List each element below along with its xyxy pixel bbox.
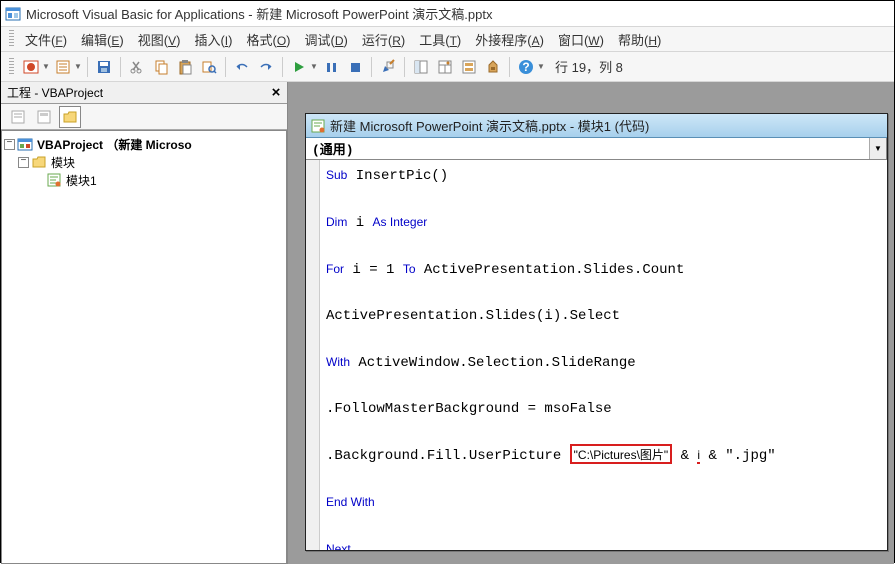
dropdown-icon[interactable]: ▼: [537, 62, 545, 71]
menu-grip[interactable]: [9, 30, 14, 48]
code-margin[interactable]: [306, 160, 320, 550]
code-editor[interactable]: Sub InsertPic() Dim i As Integer For i =…: [320, 160, 887, 550]
close-icon[interactable]: ×: [267, 84, 285, 102]
module-icon: [310, 118, 326, 134]
app-icon: [5, 6, 21, 22]
project-explorer-panel: 工程 - VBAProject × − VBAProject （新建 Micro…: [1, 82, 288, 564]
object-dropdown-value: (通用): [306, 139, 354, 158]
view-object-icon[interactable]: [33, 106, 55, 128]
menu-view[interactable]: 视图(V): [131, 27, 188, 52]
project-icon: [17, 136, 33, 152]
view-powerpoint-icon[interactable]: [20, 56, 42, 78]
find-icon[interactable]: [198, 56, 220, 78]
menu-addins[interactable]: 外接程序(A): [468, 27, 551, 52]
run-icon[interactable]: [288, 56, 310, 78]
collapse-icon[interactable]: −: [4, 139, 15, 150]
dropdown-icon[interactable]: ▼: [310, 62, 318, 71]
menu-bar: 文件(F) 编辑(E) 视图(V) 插入(I) 格式(O) 调试(D) 运行(R…: [1, 26, 894, 52]
cut-icon[interactable]: [126, 56, 148, 78]
mdi-area: 新建 Microsoft PowerPoint 演示文稿.pptx - 模块1 …: [288, 82, 894, 564]
chevron-down-icon[interactable]: ▼: [869, 138, 886, 159]
cursor-position-status: 行 19，列 8: [555, 57, 623, 76]
dropdown-icon[interactable]: ▼: [42, 62, 50, 71]
project-root-label: VBAProject （新建 Microso: [35, 136, 192, 153]
menu-help[interactable]: 帮助(H): [611, 27, 668, 52]
toggle-folders-icon[interactable]: [59, 106, 81, 128]
code-window-titlebar[interactable]: 新建 Microsoft PowerPoint 演示文稿.pptx - 模块1 …: [306, 114, 887, 138]
tree-module-item[interactable]: 模块1: [4, 171, 284, 189]
menu-tools[interactable]: 工具(T): [412, 27, 468, 52]
module-label: 模块1: [64, 172, 97, 189]
redo-icon[interactable]: [255, 56, 277, 78]
dropdown-icon[interactable]: ▼: [74, 62, 82, 71]
menu-run[interactable]: 运行(R): [355, 27, 412, 52]
copy-icon[interactable]: [150, 56, 172, 78]
tree-folder-modules[interactable]: − 模块: [4, 153, 284, 171]
view-code-icon[interactable]: [7, 106, 29, 128]
properties-icon[interactable]: [434, 56, 456, 78]
toolbar: ▼ ▼ ▼ ? ▼ 行 19，列 8: [1, 52, 894, 82]
project-explorer-icon[interactable]: [410, 56, 432, 78]
paste-icon[interactable]: [174, 56, 196, 78]
object-browser-icon[interactable]: [458, 56, 480, 78]
save-icon[interactable]: [93, 56, 115, 78]
project-tree[interactable]: − VBAProject （新建 Microso − 模块 模块1: [1, 130, 287, 564]
menu-insert[interactable]: 插入(I): [187, 27, 239, 52]
project-explorer-toolbar: [1, 104, 287, 130]
design-mode-icon[interactable]: [377, 56, 399, 78]
insert-module-icon[interactable]: [52, 56, 74, 78]
reset-icon[interactable]: [344, 56, 366, 78]
module-icon: [46, 172, 62, 188]
menu-debug[interactable]: 调试(D): [298, 27, 355, 52]
project-explorer-title: 工程 - VBAProject: [7, 84, 103, 101]
menu-format[interactable]: 格式(O): [239, 27, 297, 52]
window-titlebar: Microsoft Visual Basic for Applications …: [1, 1, 894, 26]
object-dropdown[interactable]: (通用) ▼: [306, 138, 887, 159]
tree-project-root[interactable]: − VBAProject （新建 Microso: [4, 135, 284, 153]
code-window: 新建 Microsoft PowerPoint 演示文稿.pptx - 模块1 …: [305, 113, 888, 551]
menu-edit[interactable]: 编辑(E): [74, 27, 131, 52]
menu-file[interactable]: 文件(F): [18, 27, 74, 52]
menu-window[interactable]: 窗口(W): [551, 27, 611, 52]
undo-icon[interactable]: [231, 56, 253, 78]
window-title: Microsoft Visual Basic for Applications …: [26, 4, 492, 23]
svg-text:?: ?: [522, 60, 529, 74]
code-window-title: 新建 Microsoft PowerPoint 演示文稿.pptx - 模块1 …: [330, 116, 649, 135]
toolbox-icon[interactable]: [482, 56, 504, 78]
project-explorer-header: 工程 - VBAProject ×: [1, 82, 287, 104]
collapse-icon[interactable]: −: [18, 157, 29, 168]
toolbar-grip[interactable]: [9, 58, 14, 76]
help-icon[interactable]: ?: [515, 56, 537, 78]
folder-icon: [31, 154, 47, 170]
break-icon[interactable]: [320, 56, 342, 78]
folder-label: 模块: [49, 154, 75, 171]
